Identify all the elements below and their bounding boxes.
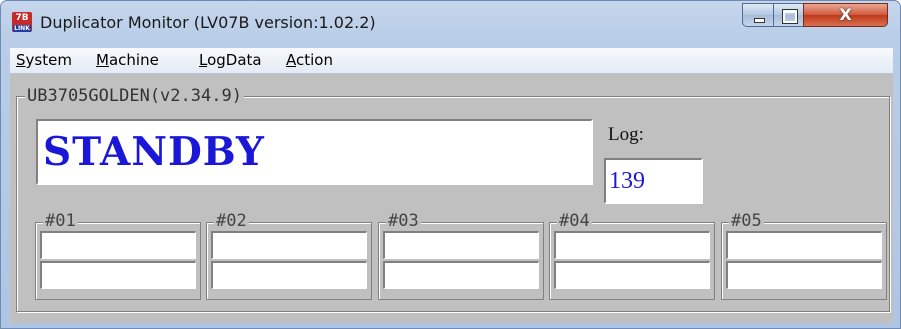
slot-02-label: #02 <box>214 211 249 231</box>
slot-04-panel: #04 <box>549 211 715 300</box>
slot-02-panel: #02 <box>206 211 372 300</box>
app-logo-subtext: LINK <box>13 25 31 32</box>
minimize-icon <box>754 18 765 23</box>
app-logo-text: 7B <box>15 13 29 23</box>
slot-04-field-2 <box>554 261 710 289</box>
menu-action-mnemonic: A <box>286 51 296 69</box>
slot-01-panel: #01 <box>35 211 201 300</box>
menu-logdata-rest: ogData <box>207 51 262 69</box>
menu-action-rest: ction <box>296 51 333 69</box>
slot-03-field-1 <box>383 231 539 259</box>
app-logo-icon[interactable]: 7B LINK <box>12 12 32 32</box>
menu-action[interactable]: Action <box>286 51 333 69</box>
maximize-button[interactable] <box>773 3 804 27</box>
slot-04-field-1 <box>554 231 710 259</box>
close-button[interactable]: X <box>803 3 888 27</box>
device-group-label: UB3705GOLDEN(v2.34.9) <box>25 86 244 106</box>
slot-05-panel: #05 <box>721 211 887 300</box>
client-area: System Machine LogData Action UB3705GOLD… <box>10 48 893 323</box>
slot-01-field-2 <box>40 261 196 289</box>
log-display: 139 <box>604 158 703 204</box>
app-window: 7B LINK Duplicator Monitor (LV07B versio… <box>0 0 901 329</box>
menu-machine-mnemonic: M <box>96 51 109 69</box>
menu-system-mnemonic: S <box>16 51 26 69</box>
menu-machine-rest: achine <box>108 51 159 69</box>
slot-01-label: #01 <box>43 211 78 231</box>
status-text: STANDBY <box>43 129 265 175</box>
slot-04-label: #04 <box>557 211 592 231</box>
menu-system[interactable]: System <box>16 51 72 69</box>
slot-05-field-2 <box>726 261 882 289</box>
slot-05-field-1 <box>726 231 882 259</box>
slot-03-panel: #03 <box>378 211 544 300</box>
slot-02-field-1 <box>211 231 367 259</box>
close-icon: X <box>839 5 852 24</box>
window-title: Duplicator Monitor (LV07B version:1.02.2… <box>40 13 376 32</box>
menu-logdata[interactable]: LogData <box>199 51 262 69</box>
slot-03-label: #03 <box>386 211 421 231</box>
maximize-icon <box>782 9 798 24</box>
menu-machine[interactable]: Machine <box>96 51 159 69</box>
menu-logdata-mnemonic: L <box>199 51 208 69</box>
slot-01-field-1 <box>40 231 196 259</box>
slot-05-label: #05 <box>729 211 764 231</box>
status-display: STANDBY <box>36 119 593 185</box>
menu-system-rest: ystem <box>25 51 72 69</box>
minimize-button[interactable] <box>742 3 774 27</box>
log-label: Log: <box>608 124 644 145</box>
menu-bar: System Machine LogData Action <box>10 48 893 74</box>
log-count: 139 <box>609 168 645 194</box>
title-bar[interactable]: 7B LINK Duplicator Monitor (LV07B versio… <box>1 1 900 45</box>
slot-03-field-2 <box>383 261 539 289</box>
slot-02-field-2 <box>211 261 367 289</box>
